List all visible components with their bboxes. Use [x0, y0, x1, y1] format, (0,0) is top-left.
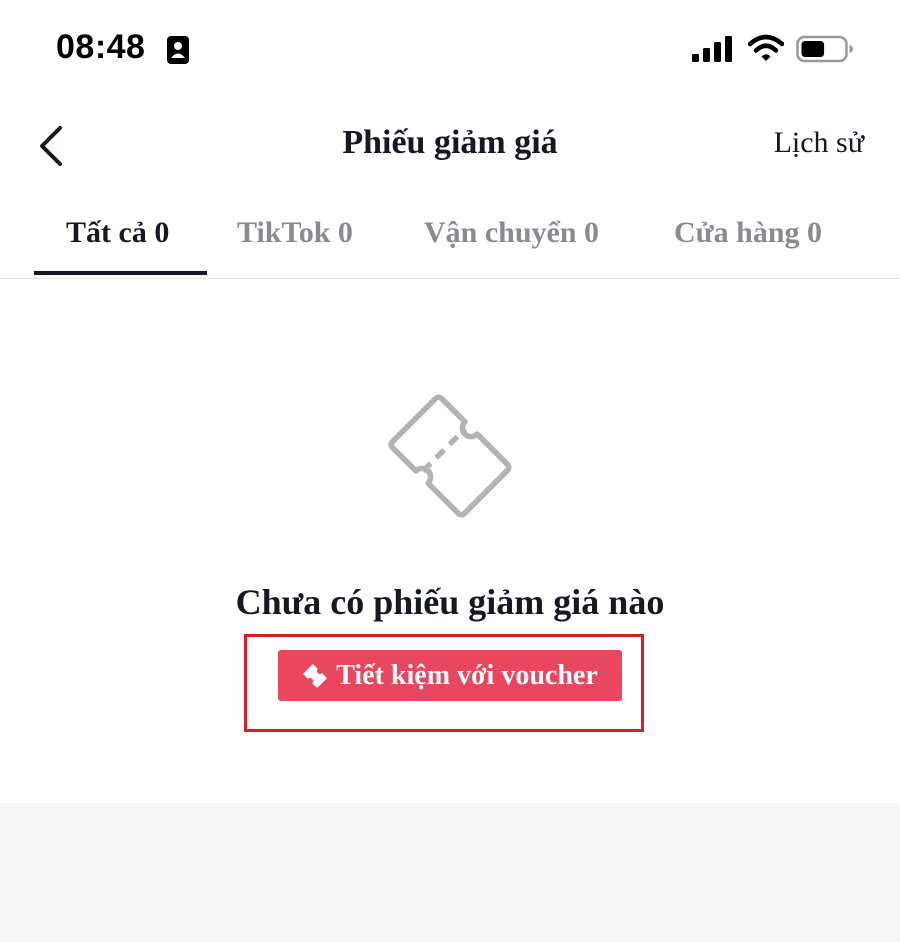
- ticket-icon: [303, 663, 327, 688]
- empty-state: Chưa có phiếu giảm giá nào Tiết kiệm với…: [0, 279, 900, 803]
- empty-message: Chưa có phiếu giảm giá nào: [235, 582, 665, 622]
- signal-icon: [692, 36, 732, 62]
- wifi-icon: [748, 34, 784, 61]
- button-label: Tiết kiệm với voucher: [336, 659, 598, 691]
- tab-bar: Tất cả 0 TikTok 0 Vận chuyển 0 Cửa hàng …: [0, 198, 900, 279]
- tab-tiktok[interactable]: TikTok 0: [237, 216, 353, 250]
- battery-icon: [796, 35, 853, 63]
- bottom-area: [0, 803, 900, 942]
- tab-store[interactable]: Cửa hàng 0: [674, 216, 822, 250]
- tab-all[interactable]: Tất cả 0: [66, 216, 169, 250]
- id-card-icon: [167, 36, 189, 64]
- ticket-icon: [388, 394, 512, 518]
- tab-shipping[interactable]: Vận chuyển 0: [424, 216, 599, 250]
- status-time: 08:48: [56, 28, 146, 66]
- active-tab-indicator: [34, 271, 207, 275]
- history-link[interactable]: Lịch sử: [774, 126, 864, 160]
- status-bar: 08:48: [0, 0, 900, 100]
- save-with-voucher-button[interactable]: Tiết kiệm với voucher: [278, 650, 622, 701]
- nav-bar: Phiếu giảm giá Lịch sử: [0, 100, 900, 190]
- page-title: Phiếu giảm giá: [342, 124, 558, 161]
